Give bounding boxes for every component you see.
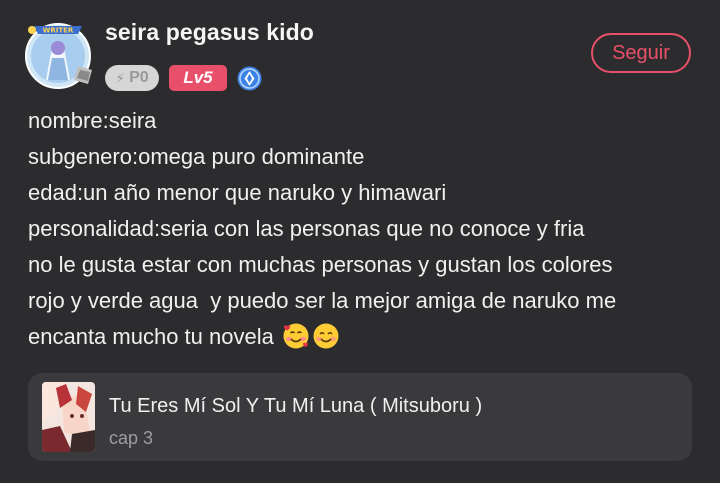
diamond-icon <box>237 66 262 91</box>
points-badge: ⚡︎ P0 <box>105 65 159 91</box>
smiling-face-with-hearts-icon <box>282 322 310 361</box>
svg-text:WRITER: WRITER <box>43 27 74 35</box>
post-line: personalidad:seria con las personas que … <box>28 216 585 241</box>
post-line: rojo y verde agua y puedo ser la mejor a… <box>28 288 617 313</box>
post-line: no le gusta estar con muchas personas y … <box>28 252 613 277</box>
post-line-last: encanta mucho tu novela <box>28 319 708 355</box>
post-line: edad:un año menor que naruko y himawari <box>28 180 447 205</box>
bolt-icon: ⚡︎ <box>115 69 126 86</box>
points-label: P0 <box>129 69 149 86</box>
smiling-face-icon <box>312 322 340 361</box>
linked-story-card[interactable]: Tu Eres Mí Sol Y Tu Mí Luna ( Mitsuboru … <box>28 373 692 461</box>
post-line: nombre:seira <box>28 108 157 133</box>
avatar[interactable]: WRITER <box>22 18 94 90</box>
username[interactable]: seira pegasus kido <box>105 19 314 46</box>
post-body: nombre:seira subgenero:omega puro domina… <box>28 103 708 355</box>
post-line: subgenero:omega puro dominante <box>28 144 365 169</box>
post-header: WRITER seira pegasus kido ⚡︎ P0 Lv5 Segu… <box>0 0 720 100</box>
story-cover-image <box>42 382 95 452</box>
level-badge: Lv5 <box>169 65 227 91</box>
follow-button[interactable]: Seguir <box>591 33 691 73</box>
user-badges: ⚡︎ P0 Lv5 <box>105 64 262 92</box>
story-chapter: cap 3 <box>109 428 154 448</box>
story-title: Tu Eres Mí Sol Y Tu Mí Luna ( Mitsuboru … <box>109 395 483 417</box>
post-line-text: encanta mucho tu novela <box>28 324 274 349</box>
